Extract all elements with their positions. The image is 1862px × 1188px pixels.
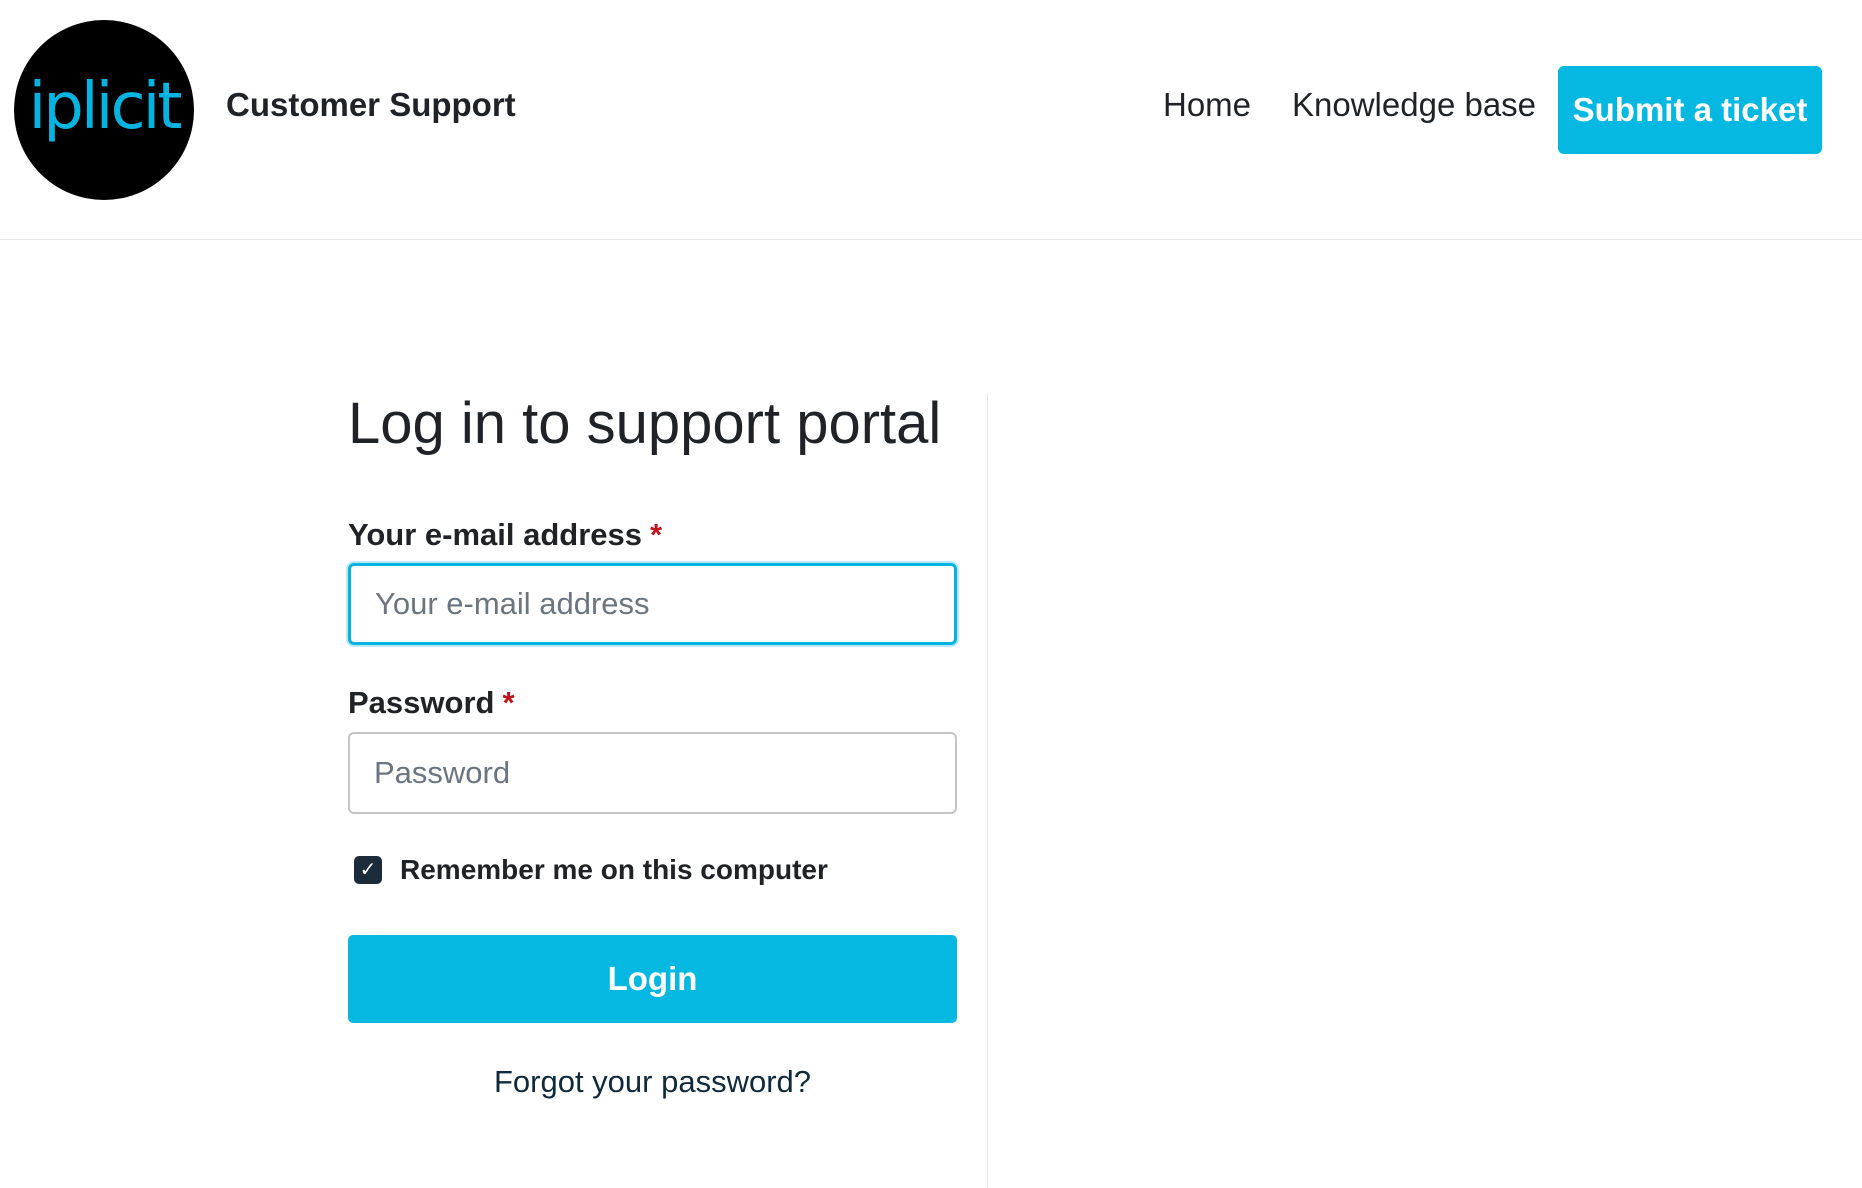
nav-home-link[interactable]: Home xyxy=(1163,86,1251,124)
site-header: iplicit Customer Support Home Knowledge … xyxy=(0,0,1862,240)
column-divider xyxy=(987,394,988,1188)
remember-me-label[interactable]: Remember me on this computer xyxy=(400,854,828,886)
password-label: Password * xyxy=(348,685,515,721)
submit-ticket-button[interactable]: Submit a ticket xyxy=(1558,66,1822,154)
password-field[interactable] xyxy=(348,732,957,814)
login-button[interactable]: Login xyxy=(348,935,957,1023)
required-marker: * xyxy=(650,517,663,552)
nav-knowledge-base-link[interactable]: Knowledge base xyxy=(1292,86,1536,124)
remember-me-row: ✓ Remember me on this computer xyxy=(354,854,828,886)
page-title: Log in to support portal xyxy=(348,391,942,456)
forgot-password-link[interactable]: Forgot your password? xyxy=(348,1064,957,1100)
email-field[interactable] xyxy=(348,563,957,645)
check-icon: ✓ xyxy=(359,859,377,881)
email-label: Your e-mail address * xyxy=(348,517,662,553)
logo-text: iplicit xyxy=(28,70,182,144)
company-logo[interactable]: iplicit xyxy=(14,20,194,200)
remember-me-checkbox[interactable]: ✓ xyxy=(354,856,382,884)
required-marker: * xyxy=(502,685,515,720)
brand-title[interactable]: Customer Support xyxy=(226,86,516,124)
email-label-text: Your e-mail address xyxy=(348,517,643,552)
password-label-text: Password xyxy=(348,685,495,720)
